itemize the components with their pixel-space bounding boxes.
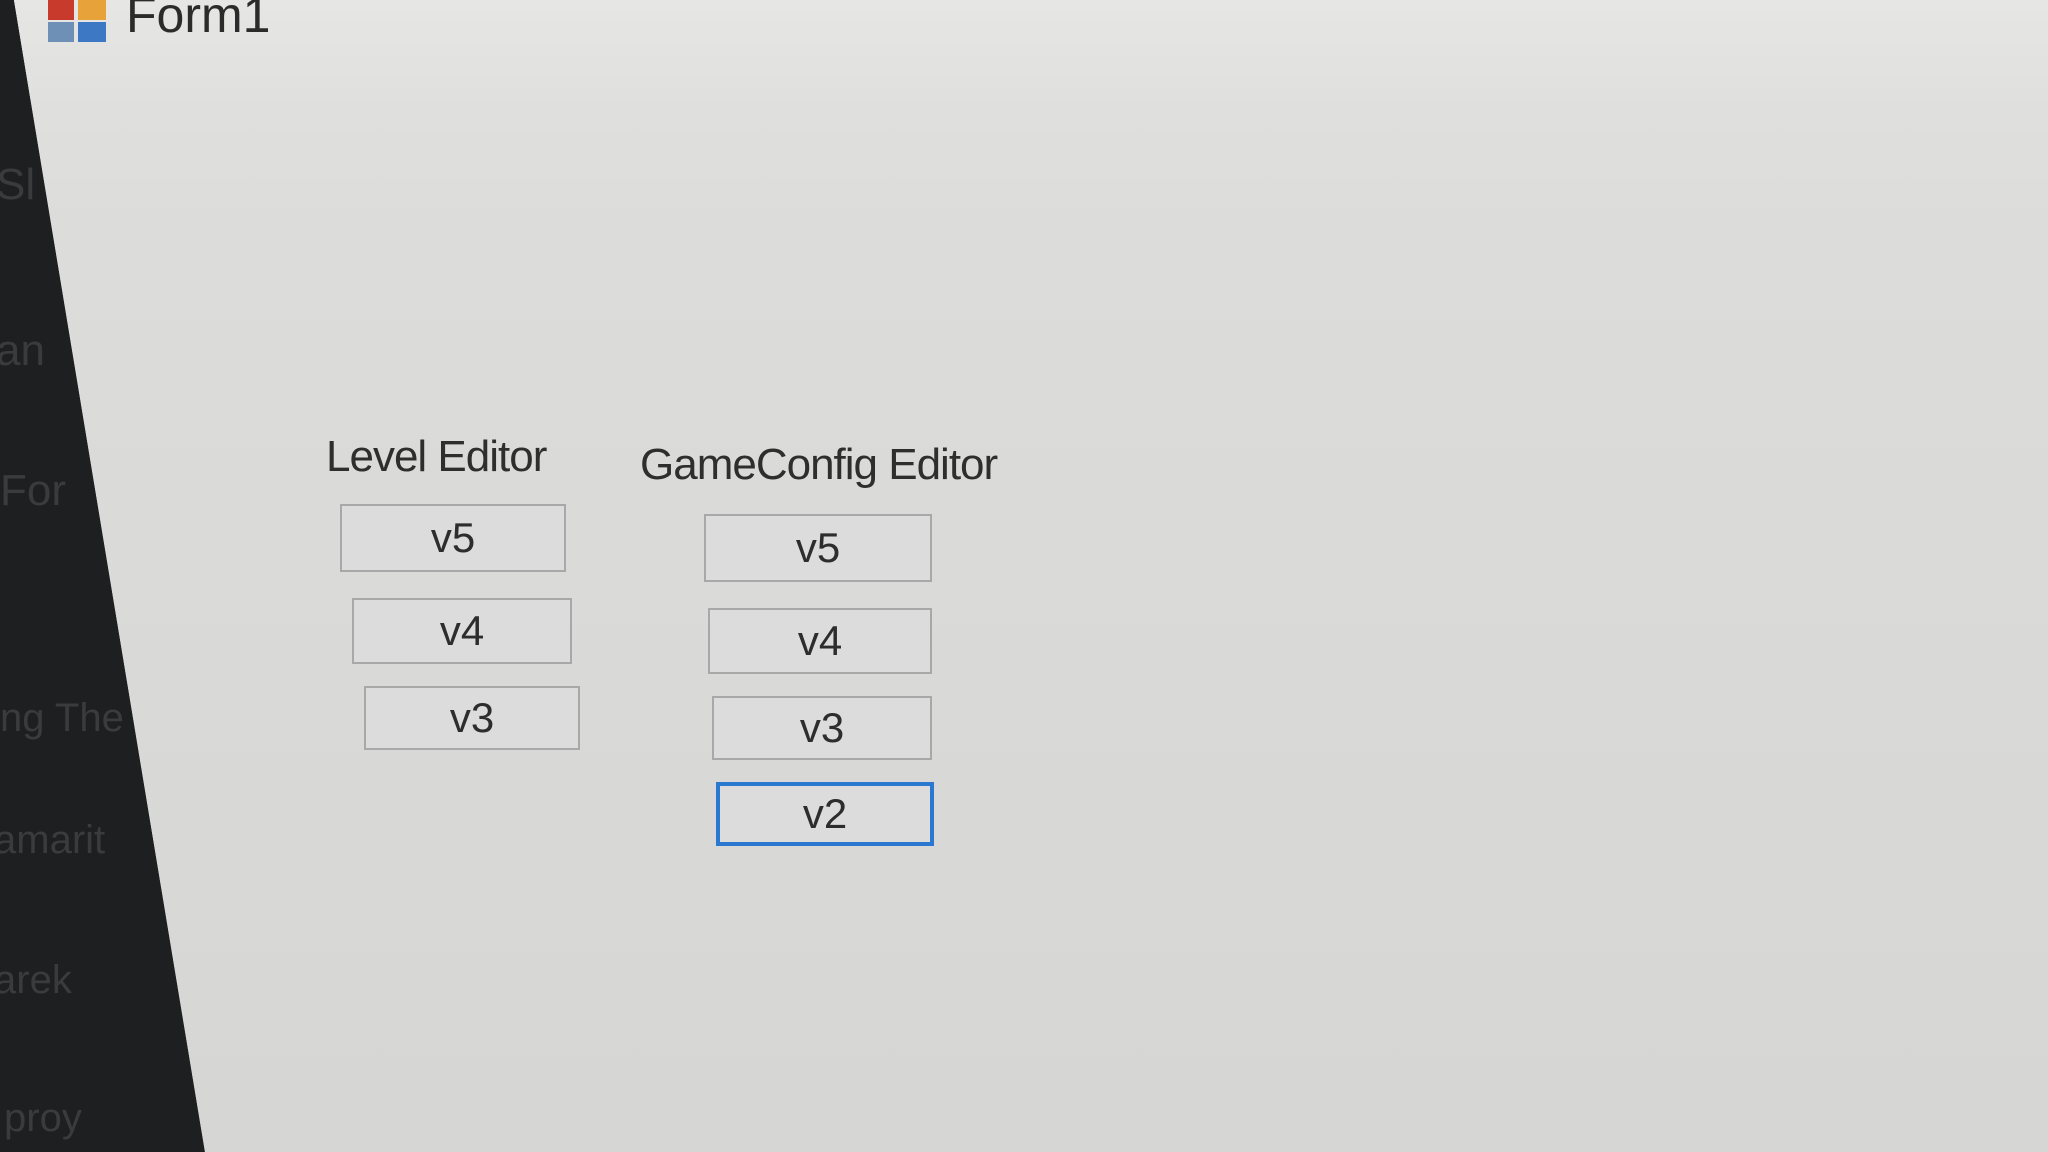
gameconfig-editor-v3-button[interactable]: v3 <box>712 696 932 760</box>
background-text: proy <box>4 1096 82 1140</box>
gameconfig-editor-v4-button[interactable]: v4 <box>708 608 932 674</box>
level-editor-label: Level Editor <box>326 432 547 481</box>
gameconfig-editor-v5-button[interactable]: v5 <box>704 514 932 582</box>
background-text: For <box>0 466 66 515</box>
background-text: an <box>0 326 45 375</box>
window-title: Form1 <box>126 0 271 43</box>
background-text: amarit <box>0 818 106 862</box>
level-editor-v4-button[interactable]: v4 <box>352 598 572 664</box>
level-editor-v3-button[interactable]: v3 <box>364 686 580 750</box>
level-editor-v5-button[interactable]: v5 <box>340 504 566 572</box>
screen: Sl an For ng The amarit arek proy Form1 … <box>0 0 2048 1152</box>
background-text: arek <box>0 958 72 1002</box>
title-bar[interactable]: Form1 <box>14 0 2048 100</box>
gameconfig-editor-v2-button[interactable]: v2 <box>716 782 934 846</box>
form-window: Form1 Level Editor v5 v4 v3 GameConfig E… <box>14 0 2048 1152</box>
background-text: ng The <box>0 696 124 740</box>
app-icon <box>48 0 106 42</box>
background-text: Sl <box>0 160 36 209</box>
gameconfig-editor-label: GameConfig Editor <box>640 440 998 489</box>
